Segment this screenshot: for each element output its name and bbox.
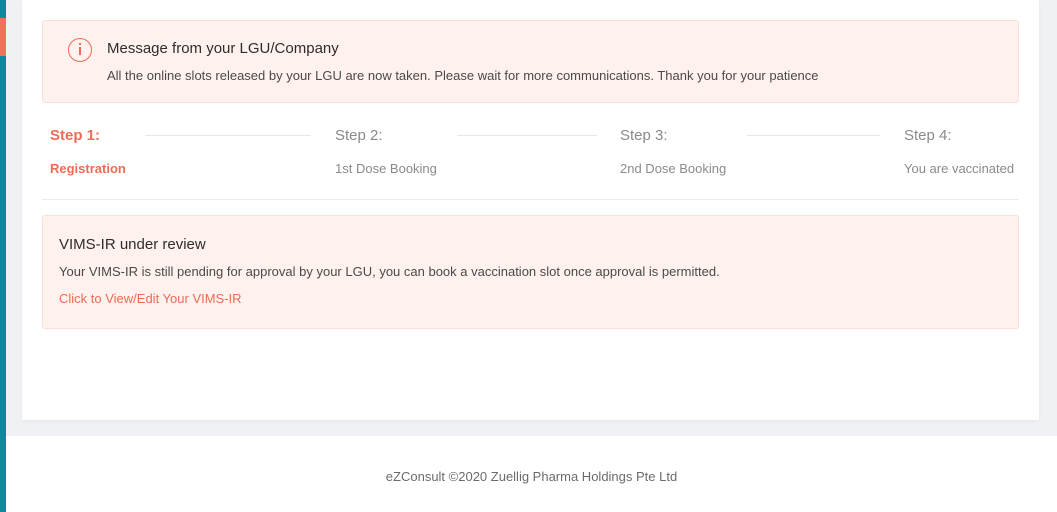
step-4-label: You are vaccinated [904, 161, 1015, 176]
step-2-label: 1st Dose Booking [335, 161, 437, 176]
step-1-label: Registration [50, 161, 126, 176]
alert-title: Message from your LGU/Company [107, 40, 339, 57]
copyright-text: eZConsult ©2020 Zuellig Pharma Holdings … [385, 469, 678, 484]
view-edit-vims-link[interactable]: Click to View/Edit Your VIMS-IR [59, 291, 242, 306]
step-2-number: Step 2: [335, 127, 383, 144]
step-4-number: Step 4: [904, 127, 952, 144]
progress-steps: Step 1: Registration Step 2: 1st Dose Bo… [50, 126, 1020, 186]
info-circle-icon [68, 38, 92, 62]
review-title: VIMS-IR under review [59, 236, 206, 253]
lgu-message-alert: Message from your LGU/Company All the on… [42, 20, 1019, 103]
step-connector [145, 135, 311, 136]
step-connector [747, 135, 880, 136]
step-3-label: 2nd Dose Booking [620, 161, 727, 176]
step-connector [457, 135, 597, 136]
vims-review-panel: VIMS-IR under review Your VIMS-IR is sti… [42, 215, 1019, 329]
divider [42, 199, 1019, 200]
step-1-number: Step 1: [50, 127, 101, 144]
alert-message: All the online slots released by your LG… [107, 68, 819, 83]
footer: eZConsult ©2020 Zuellig Pharma Holdings … [6, 436, 1057, 512]
review-message: Your VIMS-IR is still pending for approv… [59, 264, 720, 279]
step-3-number: Step 3: [620, 127, 668, 144]
